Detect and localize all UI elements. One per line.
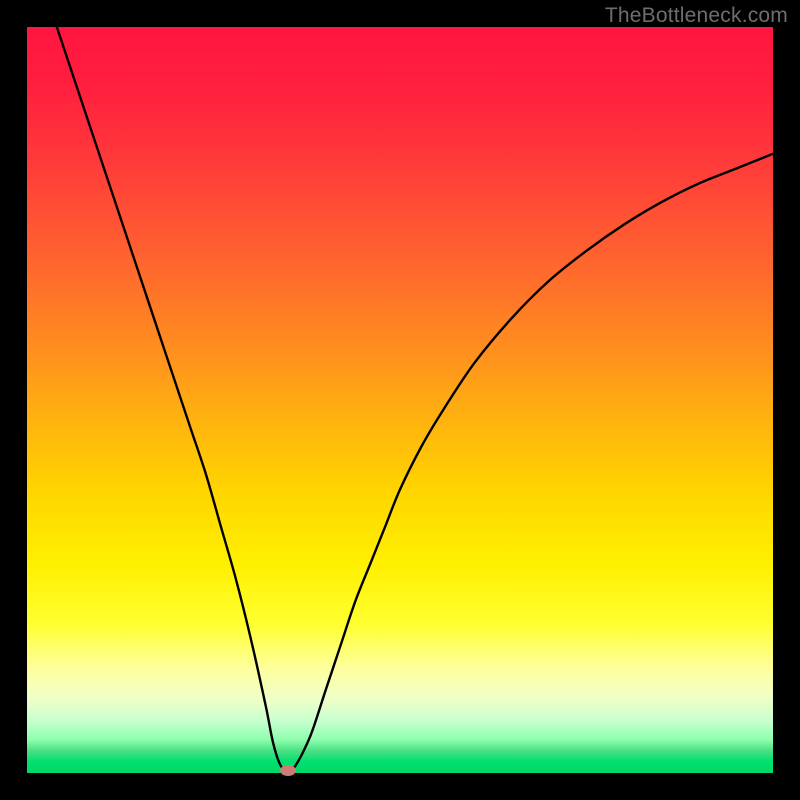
watermark-text: TheBottleneck.com (605, 4, 788, 28)
chart-plot-area (27, 27, 773, 773)
minimum-marker (280, 765, 296, 776)
